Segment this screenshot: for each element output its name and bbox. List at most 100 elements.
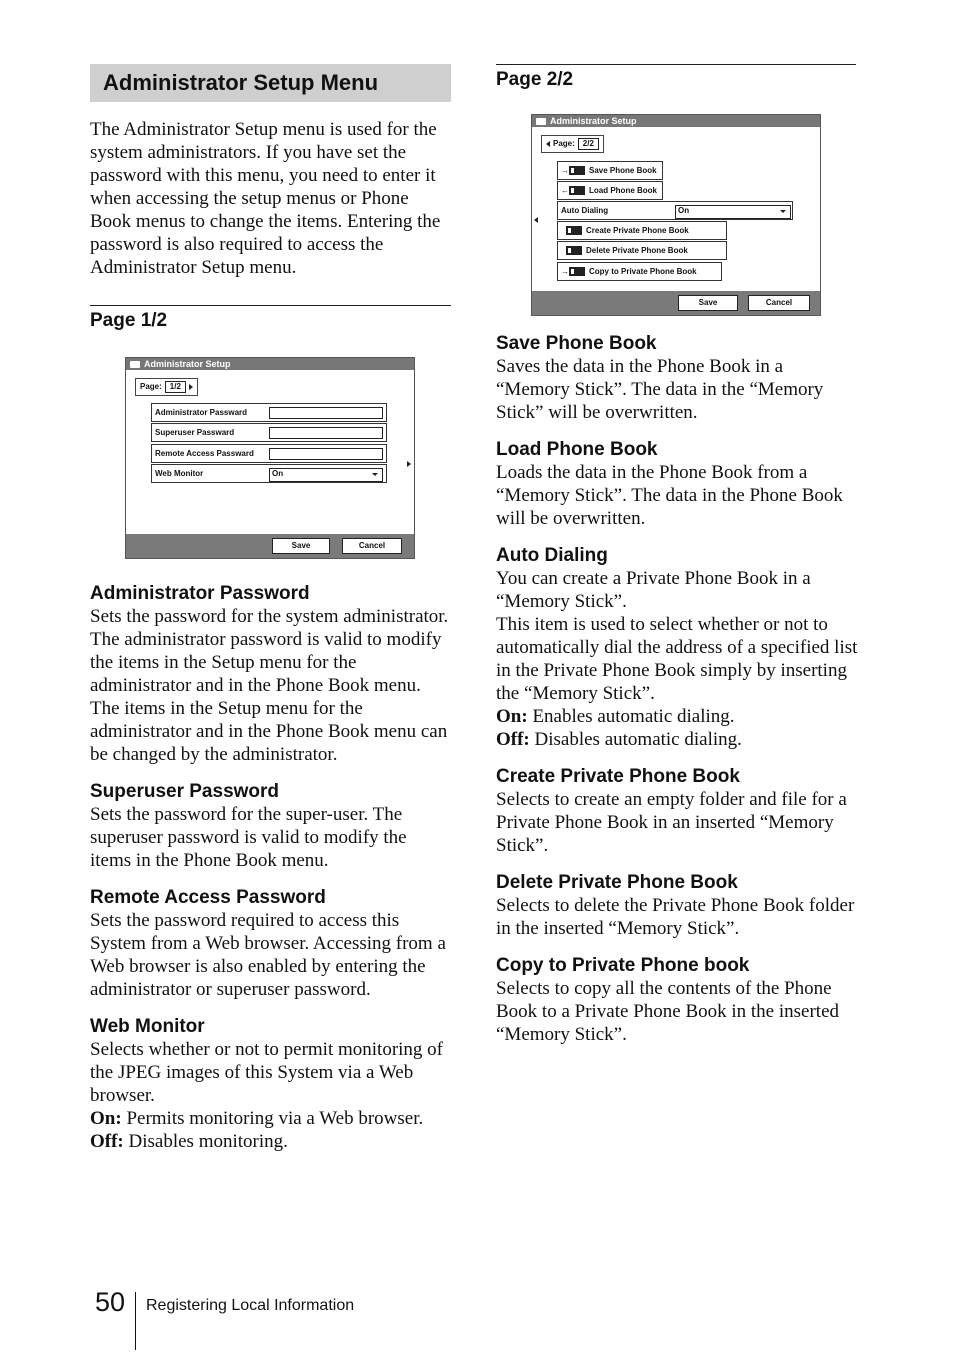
- section-delete-private-phone-book: Delete Private Phone Book Selects to del…: [496, 871, 858, 940]
- option-off: Off: Disables monitoring.: [90, 1130, 451, 1153]
- copy-to-private-phone-book-button[interactable]: → Copy to Private Phone Book: [557, 262, 722, 281]
- section-paragraph: Selects to copy all the contents of the …: [496, 978, 840, 1045]
- section-title: Delete Private Phone Book: [496, 872, 738, 893]
- option-on: On: Permits monitoring via a Web browser…: [90, 1107, 451, 1130]
- section-paragraph: Sets the password for the system adminis…: [90, 606, 449, 696]
- create-private-phone-book-button[interactable]: Create Private Phone Book: [557, 221, 727, 240]
- memory-stick-icon: [569, 267, 585, 276]
- section-paragraph: The items in the Setup menu for the admi…: [90, 698, 448, 765]
- memory-stick-icon: [566, 226, 582, 235]
- row-label: Auto Dialing: [561, 206, 609, 215]
- memory-stick-icon: [569, 166, 585, 175]
- cancel-button[interactable]: Cancel: [748, 295, 810, 311]
- page-number: 50: [95, 1287, 126, 1317]
- row-remote-access-password: Remote Access Passward: [151, 444, 387, 463]
- page-value: 2/2: [577, 138, 599, 150]
- row-label: Remote Access Passward: [155, 449, 254, 458]
- scroll-right-arrow-icon[interactable]: [407, 461, 411, 467]
- screen-footer: Save Cancel: [532, 291, 820, 315]
- screen-title: Administrator Setup: [144, 359, 231, 369]
- section-title: Web Monitor: [90, 1016, 205, 1037]
- page2-heading: Page 2/2: [496, 69, 574, 90]
- section-title: Remote Access Password: [90, 887, 326, 908]
- section-paragraph: Selects to delete the Private Phone Book…: [496, 895, 855, 939]
- row-label: Superuser Passward: [155, 428, 235, 437]
- section-title: Superuser Password: [90, 781, 280, 802]
- section-web-monitor: Web Monitor Selects whether or not to pe…: [90, 1015, 451, 1153]
- divider: [90, 305, 451, 306]
- arrow-out-icon: ←: [561, 186, 569, 195]
- right-sections: Save Phone Book Saves the data in the Ph…: [496, 332, 858, 1060]
- save-button[interactable]: Save: [678, 295, 738, 311]
- section-title: Load Phone Book: [496, 439, 658, 460]
- row-web-monitor: Web Monitor On: [151, 464, 387, 483]
- arrow-in-icon: →: [561, 166, 569, 175]
- left-column: Administrator Setup Menu The Administrat…: [90, 64, 451, 332]
- superuser-password-input[interactable]: [269, 427, 383, 439]
- remote-access-password-input[interactable]: [269, 448, 383, 460]
- section-paragraph: Sets the password for the super-user. Th…: [90, 804, 407, 871]
- save-phone-book-button[interactable]: → Save Phone Book: [557, 161, 663, 180]
- item-label: Save Phone Book: [589, 166, 657, 175]
- section-paragraph: Loads the data in the Phone Book from a …: [496, 462, 843, 529]
- option-key: Off:: [90, 1131, 124, 1152]
- next-page-arrow-icon[interactable]: [188, 384, 193, 390]
- section-remote-access-password: Remote Access Password Sets the password…: [90, 886, 451, 1001]
- admin-setup-screen-page2: Administrator Setup Page: 2/2 → Save Pho…: [531, 114, 821, 316]
- briefcase-icon: [536, 117, 546, 125]
- section-paragraph: Sets the password required to access thi…: [90, 910, 446, 1000]
- footer-section-name: Registering Local Information: [146, 1297, 355, 1314]
- footer-divider: [135, 1292, 136, 1350]
- item-label: Copy to Private Phone Book: [589, 267, 697, 276]
- option-text: Permits monitoring via a Web browser.: [121, 1108, 424, 1129]
- section-paragraph: Selects whether or not to permit monitor…: [90, 1039, 444, 1106]
- section-create-private-phone-book: Create Private Phone Book Selects to cre…: [496, 765, 858, 857]
- page-label: Page:: [553, 139, 575, 148]
- screen-titlebar: Administrator Setup: [532, 115, 820, 127]
- memory-stick-icon: [569, 186, 585, 195]
- page-selector[interactable]: Page: 2/2: [541, 135, 604, 153]
- scroll-left-arrow-icon[interactable]: [534, 217, 538, 223]
- row-label: Administrator Passward: [155, 408, 248, 417]
- administrator-password-input[interactable]: [269, 407, 383, 419]
- section-title: Administrator Password: [90, 583, 310, 604]
- section-paragraph: This item is used to select whether or n…: [496, 614, 858, 704]
- section-title: Auto Dialing: [496, 545, 608, 566]
- section-paragraph: Selects to create an empty folder and fi…: [496, 789, 847, 856]
- row-label: Web Monitor: [155, 469, 204, 478]
- prev-page-arrow-icon[interactable]: [546, 141, 550, 147]
- page1-heading: Page 1/2: [90, 310, 168, 331]
- option-text: Enables automatic dialing.: [527, 706, 735, 727]
- section-title: Create Private Phone Book: [496, 766, 740, 787]
- option-off: Off: Disables automatic dialing.: [496, 728, 858, 751]
- left-sections: Administrator Password Sets the password…: [90, 582, 451, 1167]
- web-monitor-select[interactable]: On: [269, 468, 383, 482]
- page-value: 1/2: [164, 381, 186, 393]
- screen-footer: Save Cancel: [126, 534, 414, 558]
- page-title: Administrator Setup Menu: [90, 64, 451, 102]
- section-auto-dialing: Auto Dialing You can create a Private Ph…: [496, 544, 858, 751]
- divider: [496, 64, 856, 65]
- option-text: Disables automatic dialing.: [529, 729, 742, 750]
- screen-title: Administrator Setup: [550, 116, 637, 126]
- row-auto-dialing: Auto Dialing On: [557, 201, 793, 220]
- option-key: On:: [90, 1108, 122, 1129]
- option-on: On: Enables automatic dialing.: [496, 705, 858, 728]
- load-phone-book-button[interactable]: ← Load Phone Book: [557, 181, 663, 200]
- section-superuser-password: Superuser Password Sets the password for…: [90, 780, 451, 872]
- auto-dialing-select[interactable]: On: [675, 205, 791, 219]
- section-paragraph: Saves the data in the Phone Book in a “M…: [496, 356, 824, 423]
- cancel-button[interactable]: Cancel: [342, 538, 402, 554]
- delete-private-phone-book-button[interactable]: Delete Private Phone Book: [557, 241, 727, 260]
- page-label: Page:: [140, 382, 162, 391]
- item-label: Delete Private Phone Book: [586, 246, 688, 255]
- save-button[interactable]: Save: [272, 538, 330, 554]
- page-selector[interactable]: Page: 1/2: [135, 378, 198, 396]
- section-title: Save Phone Book: [496, 333, 657, 354]
- item-label: Load Phone Book: [589, 186, 657, 195]
- item-label: Create Private Phone Book: [586, 226, 689, 235]
- row-administrator-password: Administrator Passward: [151, 403, 387, 422]
- arrow-in-icon: →: [561, 267, 569, 276]
- section-save-phone-book: Save Phone Book Saves the data in the Ph…: [496, 332, 858, 424]
- section-load-phone-book: Load Phone Book Loads the data in the Ph…: [496, 438, 858, 530]
